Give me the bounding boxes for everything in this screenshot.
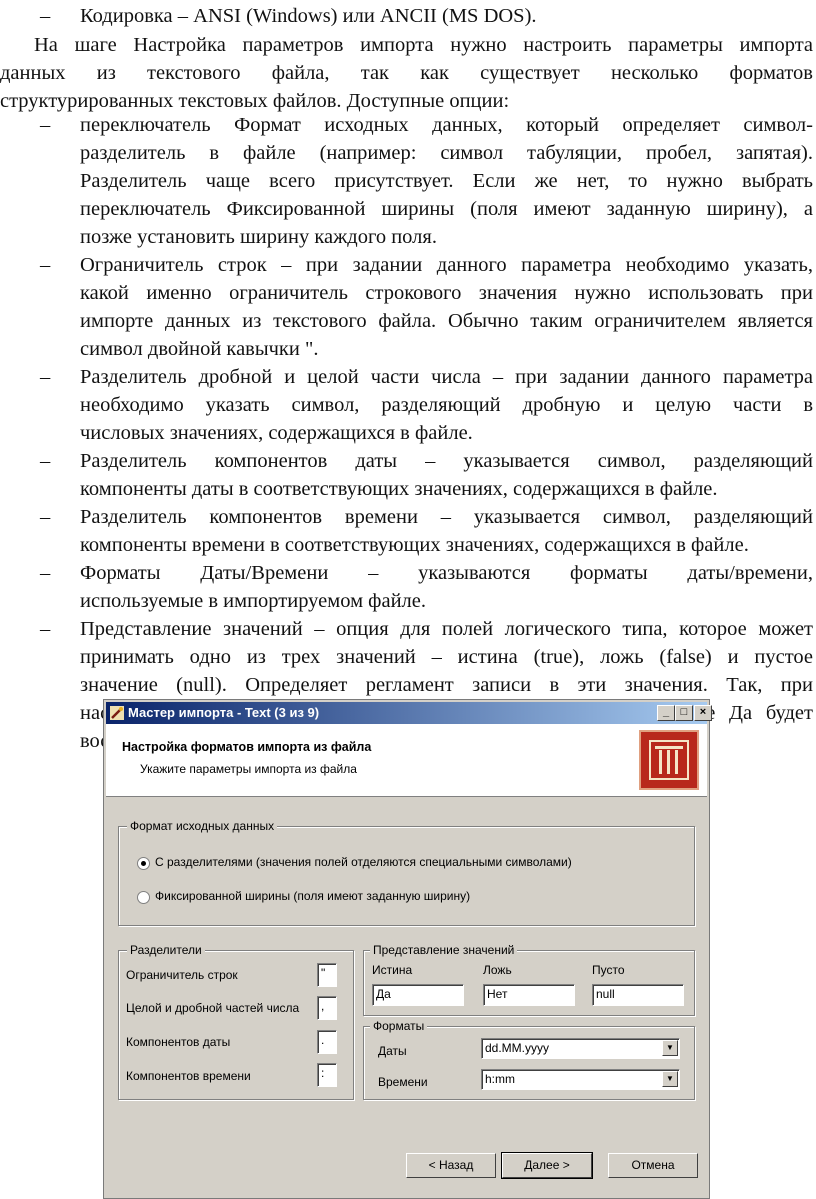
bullet-text: переключатель Формат исходных данных, ко… [80,114,813,136]
bullet-text: используемые в импортируемом файле. [80,590,426,612]
delimited-radio[interactable] [137,857,150,870]
bullet-marker: – [40,506,51,528]
bullet-text: принимать одно из трех значений – истина… [80,646,813,668]
bullet-text: компоненты даты в соответствующих значен… [80,478,718,500]
step-title: Настройка форматов импорта из файла [122,740,372,754]
date-format-label: Даты [378,1044,407,1058]
group-legend: Разделители [127,943,205,957]
bullet-marker: – [40,254,51,276]
bullet-text: разделитель в файле (например: символ та… [80,142,813,164]
bullet-text: позже установить ширину каждого поля. [80,226,437,248]
bullet-marker: – [40,618,51,640]
date-separator-label: Компонентов даты [126,1035,231,1049]
bullet-marker: – [40,450,51,472]
source-format-group: Формат исходных данных С разделителями (… [118,819,695,926]
bullet-text: Разделитель компонентов времени – указыв… [80,506,813,528]
bullet-text: значение (null). Определяет регламент за… [80,674,813,696]
time-format-select[interactable]: h:mm ▼ [481,1069,680,1090]
chevron-down-icon[interactable]: ▼ [662,1040,678,1056]
bullet-text: Форматы Даты/Времени – указываются форма… [80,562,813,584]
bullet-text: Разделитель чаще всего присутствует. Есл… [80,170,813,192]
bullet-text: числовых значениях, содержащихся в файле… [80,422,473,444]
cancel-button[interactable]: Отмена [608,1153,698,1178]
back-button[interactable]: < Назад [406,1153,496,1178]
bullet-text: какой именно ограничитель строкового зна… [80,282,813,304]
maximize-button[interactable]: □ [675,705,693,721]
string-delimiter-input[interactable]: " [317,963,337,987]
fixed-width-radio[interactable] [137,891,150,904]
wand-icon [110,706,124,720]
value-representation-group: Представление значений Истина Ложь Пусто… [363,943,695,1016]
wizard-logo-icon [639,730,699,790]
bullet-text: Ограничитель строк – при задании данного… [80,254,813,276]
empty-value-input[interactable]: null [592,984,684,1006]
chevron-down-icon[interactable]: ▼ [662,1071,678,1087]
title-bar: Мастер импорта - Text (3 из 9) _ □ × [106,702,712,724]
separators-group: Разделители Ограничитель строк " Целой и… [118,943,354,1100]
window-title: Мастер импорта - Text (3 из 9) [128,705,320,720]
decimal-separator-input[interactable]: , [317,996,337,1020]
false-value-input[interactable]: Нет [483,984,575,1006]
bullet-marker: – [40,114,51,136]
group-legend: Представление значений [370,943,518,957]
bullet-text: Представление значений – опция для полей… [80,618,813,640]
bullet-marker: – [40,366,51,388]
time-format-label: Времени [378,1075,428,1089]
group-legend: Формат исходных данных [127,819,278,833]
step-subtitle: Укажите параметры импорта из файла [140,762,357,776]
time-separator-label: Компонентов времени [126,1069,251,1083]
decimal-separator-label: Целой и дробной частей числа [126,1001,300,1015]
bullet-text: символ двойной кавычки ". [80,338,319,360]
bullet-text: необходимо указать символ, разделяющий д… [80,394,813,416]
bullet-text: компоненты времени в соответствующих зна… [80,534,749,556]
date-format-select[interactable]: dd.MM.yyyy ▼ [481,1038,680,1059]
bullet-text: Разделитель дробной и целой части числа … [80,366,813,388]
formats-group: Форматы Даты dd.MM.yyyy ▼ Времени h:mm ▼ [363,1019,695,1100]
fixed-width-label[interactable]: Фиксированной ширины (поля имеют заданну… [155,889,470,903]
bullet-text: импорте данных из текстового файла. Обыч… [80,310,813,332]
next-button[interactable]: Далее > [501,1152,593,1179]
true-value-input[interactable]: Да [372,984,464,1006]
true-label: Истина [372,963,413,977]
import-wizard-dialog: Мастер импорта - Text (3 из 9) _ □ × Нас… [103,699,712,1199]
group-legend: Форматы [370,1019,428,1033]
bullet-text: переключатель Фиксированной ширины (поля… [80,198,813,220]
bullet-marker: – [40,562,51,584]
close-button[interactable]: × [694,705,712,721]
wizard-header: Настройка форматов импорта из файла Укаж… [106,724,707,797]
string-delimiter-label: Ограничитель строк [126,968,238,982]
bullet-text: Разделитель компонентов даты – указывает… [80,450,813,472]
empty-label: Пусто [592,963,625,977]
delimited-label[interactable]: С разделителями (значения полей отделяют… [155,855,572,869]
time-separator-input[interactable]: : [317,1063,337,1087]
date-separator-input[interactable]: . [317,1030,337,1054]
false-label: Ложь [483,963,512,977]
minimize-button[interactable]: _ [657,705,675,721]
